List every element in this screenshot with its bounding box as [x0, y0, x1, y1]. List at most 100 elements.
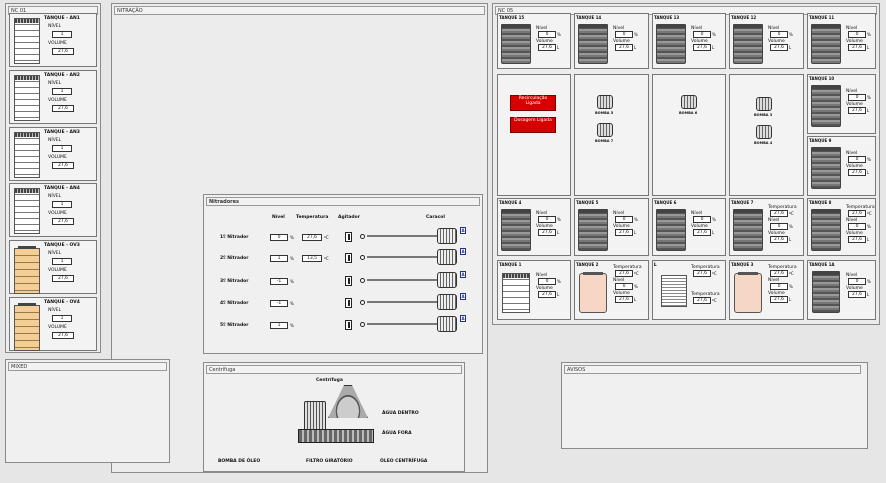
- oleo-centrifuga-label: ÓLEO CENTRÍFUGA: [380, 459, 428, 464]
- nivel-unit: %: [290, 323, 294, 328]
- heat-exchanger-icon: [661, 275, 687, 307]
- tank-cell[interactable]: TANQUE 15 Nível 0% Volume 27,6 L: [497, 13, 571, 69]
- volume-unit: L: [634, 230, 637, 235]
- tank-white-icon: [14, 75, 40, 121]
- temperatura-value: 27,6: [693, 297, 711, 304]
- tank-name: TANQUE 14: [576, 15, 602, 20]
- pump-icon[interactable]: [681, 95, 697, 109]
- nivel-unit: %: [557, 217, 561, 222]
- tank-cell[interactable]: TANQUE 2 Temperatura 27,6 ºC Nível 0% Volume 27…: [574, 260, 649, 320]
- auto-indicator[interactable]: A: [460, 271, 466, 278]
- tank-cell[interactable]: L L Temperatura 27,6 ºC Temperatura 27,6 ºC: [652, 260, 726, 320]
- caracol-motor-icon[interactable]: [437, 316, 457, 332]
- volume-label: VOLUME: [48, 98, 67, 103]
- tank-cell[interactable]: TANQUE 10 Nível 0% Volume 27,6 L: [807, 74, 876, 134]
- left-tank-name: TANQUE - AN4: [44, 186, 80, 191]
- nivel-unit: %: [867, 157, 871, 162]
- mixed-panel: MIXED: [5, 359, 170, 463]
- caracol-motor-icon[interactable]: [437, 249, 457, 265]
- agitator-icon[interactable]: [345, 232, 352, 242]
- tank-cell[interactable]: TANQUE 13 Nível 0% Volume 27,6 L: [652, 13, 726, 69]
- agitator-icon[interactable]: [345, 298, 352, 308]
- pump-icon[interactable]: [756, 97, 772, 111]
- nivel-unit: %: [290, 279, 294, 284]
- pump-icon[interactable]: [597, 95, 613, 109]
- tank-cap-icon: [656, 24, 686, 28]
- left-tank-cell[interactable]: TANQUE - OV4 NÍVEL 1 VOLUME 27,6: [9, 297, 97, 351]
- tank-cap-icon: [18, 246, 36, 249]
- dosagem-button[interactable]: Dosagem Ligada: [510, 117, 556, 133]
- avisos-title: AVISOS: [564, 365, 861, 374]
- volume-value: 27,6: [848, 107, 866, 114]
- left-tank-cell[interactable]: TANQUE - AN4 NÍVEL 1 VOLUME 27,6: [9, 183, 97, 237]
- auto-indicator[interactable]: A: [460, 315, 466, 322]
- pump-label: BOMBA 4: [754, 141, 773, 145]
- tank-cell[interactable]: TANQUE 5 Nível 0% Volume 27,6 L: [574, 198, 649, 256]
- tank-cell[interactable]: TANQUE 1A Nível 0% Volume 27,6 L: [807, 260, 876, 320]
- tank-cell[interactable]: TANQUE 9 Nível 0% Volume 27,6 L: [807, 136, 876, 196]
- tank-name: TANQUE 8: [809, 200, 832, 205]
- tank-cap-icon: [583, 272, 603, 275]
- nivel-value: 1: [52, 88, 72, 95]
- caracol-motor-icon[interactable]: [437, 228, 457, 244]
- agua-dentro-label: ÁGUA DENTRO: [382, 411, 419, 416]
- nivel-value: 0: [615, 216, 633, 223]
- tank-cell[interactable]: TANQUE 4 Nível 0% Volume 27,6 L: [497, 198, 571, 256]
- tank-cell[interactable]: TANQUE 11 Nível 0% Volume 27,6 L: [807, 13, 876, 69]
- caracol-motor-icon[interactable]: [437, 272, 457, 288]
- left-tank-cell[interactable]: TANQUE - AN2 NÍVEL 1 VOLUME 27,6: [9, 70, 97, 124]
- temp-unit: ºC: [789, 271, 794, 276]
- tank-cell[interactable]: TANQUE 14 Nível 0% Volume 27,6 L: [574, 13, 649, 69]
- equipment-cell[interactable]: Recirculação Ligada Dosagem Ligada: [497, 74, 571, 196]
- tank-cell[interactable]: TANQUE 6 Nível 0% Volume 27,6 L: [652, 198, 726, 256]
- tank-gray-icon: [811, 85, 841, 127]
- agitator-icon[interactable]: [345, 253, 352, 263]
- temp-unit: ºC: [712, 298, 717, 303]
- left-tank-cell[interactable]: TANQUE - AN1 NÍVEL 1 VOLUME 27,6: [9, 13, 97, 67]
- equipment-cell[interactable]: BOMBA 5 BOMBA 7: [574, 74, 649, 196]
- caracol-shaft: [367, 279, 437, 281]
- tank-cap-icon: [811, 24, 841, 28]
- caracol-shaft: [367, 301, 437, 303]
- equipment-cell[interactable]: BOMBA 6: [652, 74, 726, 196]
- tank-cell[interactable]: TANQUE 7 Temperatura 27,6 ºC Nível 0% Volume 27…: [729, 198, 804, 256]
- status-dot-icon: [360, 234, 365, 239]
- nivel-label: NÍVEL: [48, 81, 62, 86]
- auto-indicator[interactable]: A: [460, 227, 466, 234]
- equipment-cell[interactable]: BOMBA 3 BOMBA 4: [729, 74, 804, 196]
- pump-icon[interactable]: [597, 123, 613, 137]
- tank-gray-icon: [811, 24, 841, 64]
- auto-indicator[interactable]: A: [460, 248, 466, 255]
- agitator-icon[interactable]: [345, 276, 352, 286]
- volume-value: 27,6: [848, 236, 866, 243]
- nivel-value: 0: [770, 283, 788, 290]
- recirculacao-button[interactable]: Recirculação Ligada: [510, 95, 556, 111]
- volume-value: 27,6: [52, 105, 74, 112]
- temp-unit: ºC: [867, 211, 872, 216]
- left-tank-cell[interactable]: TANQUE - OV3 NÍVEL 1 VOLUME 27,6: [9, 240, 97, 294]
- tank-cell[interactable]: TANQUE 8 Temperatura 27,6 ºC Nível 0% Volume 27…: [807, 198, 876, 256]
- tank-cell[interactable]: TANQUE 12 Nível 0% Volume 27,6 L: [729, 13, 804, 69]
- volume-unit: L: [557, 292, 560, 297]
- agitator-icon[interactable]: [345, 320, 352, 330]
- nivel-label: NÍVEL: [48, 138, 62, 143]
- bomba-oleo-label: BOMBA DE ÓLEO: [218, 459, 261, 464]
- left-tank-cell[interactable]: TANQUE - AN3 NÍVEL 1 VOLUME 27,6: [9, 127, 97, 181]
- tank-cap-icon: [811, 85, 841, 89]
- caracol-motor-icon[interactable]: [437, 294, 457, 310]
- tank-name: TANQUE 11: [809, 15, 835, 20]
- centrifuge-icon[interactable]: [328, 385, 368, 418]
- tank-cell[interactable]: TANQUE 1 Nível 0% Volume 27,6 L: [497, 260, 571, 320]
- tank-pink-icon: [579, 272, 607, 313]
- temp-unit: ºC: [789, 211, 794, 216]
- auto-indicator[interactable]: A: [460, 293, 466, 300]
- tank-name: TANQUE 9: [809, 138, 832, 143]
- pump-icon[interactable]: [756, 125, 772, 139]
- tank-cell[interactable]: TANQUE 3 Temperatura 27,6 ºC Nível 0% Volume 27…: [729, 260, 804, 320]
- volume-unit: L: [867, 108, 870, 113]
- volume-value: 27,6: [770, 296, 788, 303]
- left-tank-name: TANQUE - AN2: [44, 73, 80, 78]
- tank-cap-icon: [738, 272, 758, 275]
- nitracao-title: NITRAÇÃO: [114, 6, 485, 15]
- volume-unit: L: [557, 45, 560, 50]
